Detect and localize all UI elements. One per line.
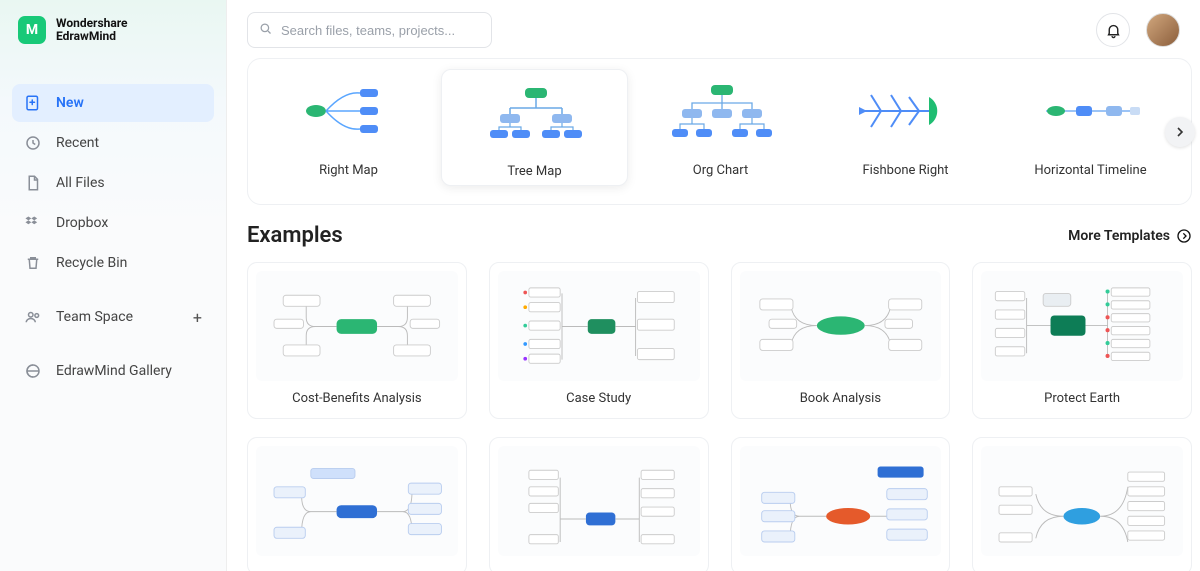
template-label: Tree Map [507,164,561,179]
examples-title: Examples [247,223,343,248]
example-preview-icon [256,271,458,381]
brand-line2: EdrawMind [56,30,128,43]
main: Right Map Tree Map Org Chart Fishbone Ri… [227,0,1200,571]
search-box[interactable] [247,12,492,48]
search-input[interactable] [281,23,481,38]
sidebar-item-all-files[interactable]: All Files [12,164,214,202]
notifications-button[interactable] [1096,13,1130,47]
brand-logo-icon: M [18,16,46,44]
example-card[interactable] [489,437,709,571]
sidebar-item-recycle-bin[interactable]: Recycle Bin [12,244,214,282]
fishbone-thumb-icon [851,81,961,141]
more-templates-label: More Templates [1068,228,1170,244]
sidebar: M Wondershare EdrawMind New Recent [0,0,227,571]
sidebar-item-label: Recycle Bin [56,255,127,271]
template-tree-map[interactable]: Tree Map [441,69,628,186]
example-preview-icon [740,446,942,556]
right-map-thumb-icon [294,81,404,141]
tree-map-thumb-icon [480,82,590,142]
add-team-space-icon[interactable]: + [193,308,202,327]
example-caption: Protect Earth [1044,391,1120,406]
sidebar-item-dropbox[interactable]: Dropbox [12,204,214,242]
template-org-chart[interactable]: Org Chart [628,69,813,186]
timeline-thumb-icon [1036,81,1146,141]
trash-icon [24,254,42,272]
sidebar-item-gallery[interactable]: EdrawMind Gallery [12,352,214,390]
example-card[interactable] [731,437,951,571]
template-label: Right Map [319,163,378,178]
chevron-right-icon [1172,124,1188,140]
arrow-circle-right-icon [1176,228,1192,244]
template-horizontal-timeline[interactable]: Horizontal Timeline [998,69,1183,186]
brand[interactable]: M Wondershare EdrawMind [8,12,218,54]
example-card[interactable]: Protect Earth [972,262,1192,419]
gallery-icon [24,362,42,380]
example-caption: Cost-Benefits Analysis [292,391,422,406]
org-chart-thumb-icon [666,81,776,141]
sidebar-item-label: EdrawMind Gallery [56,363,172,379]
example-card[interactable]: Case Study [489,262,709,419]
template-label: Org Chart [693,163,748,178]
examples-row-1: Cost-Benefits Analysis Case Study Book A… [247,262,1192,419]
carousel-next-button[interactable] [1165,117,1195,147]
sidebar-item-label: Dropbox [56,215,108,231]
example-caption: Case Study [566,391,631,406]
example-preview-icon [740,271,942,381]
template-fishbone-right[interactable]: Fishbone Right [813,69,998,186]
sidebar-item-new[interactable]: New [12,84,214,122]
avatar[interactable] [1146,13,1180,47]
dropbox-icon [24,214,42,232]
example-card[interactable]: Cost-Benefits Analysis [247,262,467,419]
example-preview-icon [498,271,700,381]
example-preview-icon [256,446,458,556]
example-preview-icon [981,271,1183,381]
template-carousel: Right Map Tree Map Org Chart Fishbone Ri… [247,58,1192,205]
topbar [247,12,1200,48]
more-templates-link[interactable]: More Templates [1068,228,1192,244]
search-icon [258,21,273,40]
file-icon [24,174,42,192]
template-label: Horizontal Timeline [1034,163,1146,178]
template-label: Fishbone Right [862,163,948,178]
sidebar-item-recent[interactable]: Recent [12,124,214,162]
example-preview-icon [498,446,700,556]
sidebar-nav: New Recent All Files Dropbox [8,84,218,390]
plus-file-icon [24,94,42,112]
bell-icon [1105,22,1122,39]
examples-header: Examples More Templates [247,223,1192,248]
team-icon [24,308,42,326]
example-card[interactable]: Book Analysis [731,262,951,419]
sidebar-item-label: All Files [56,175,105,191]
example-caption: Book Analysis [800,391,881,406]
examples-row-2 [247,437,1192,571]
clock-icon [24,134,42,152]
sidebar-item-team-space[interactable]: Team Space + [12,298,214,336]
example-card[interactable] [247,437,467,571]
example-card[interactable] [972,437,1192,571]
sidebar-item-label: New [56,95,84,111]
example-preview-icon [981,446,1183,556]
sidebar-item-label: Recent [56,135,99,151]
template-right-map[interactable]: Right Map [256,69,441,186]
sidebar-item-label: Team Space [56,309,133,325]
